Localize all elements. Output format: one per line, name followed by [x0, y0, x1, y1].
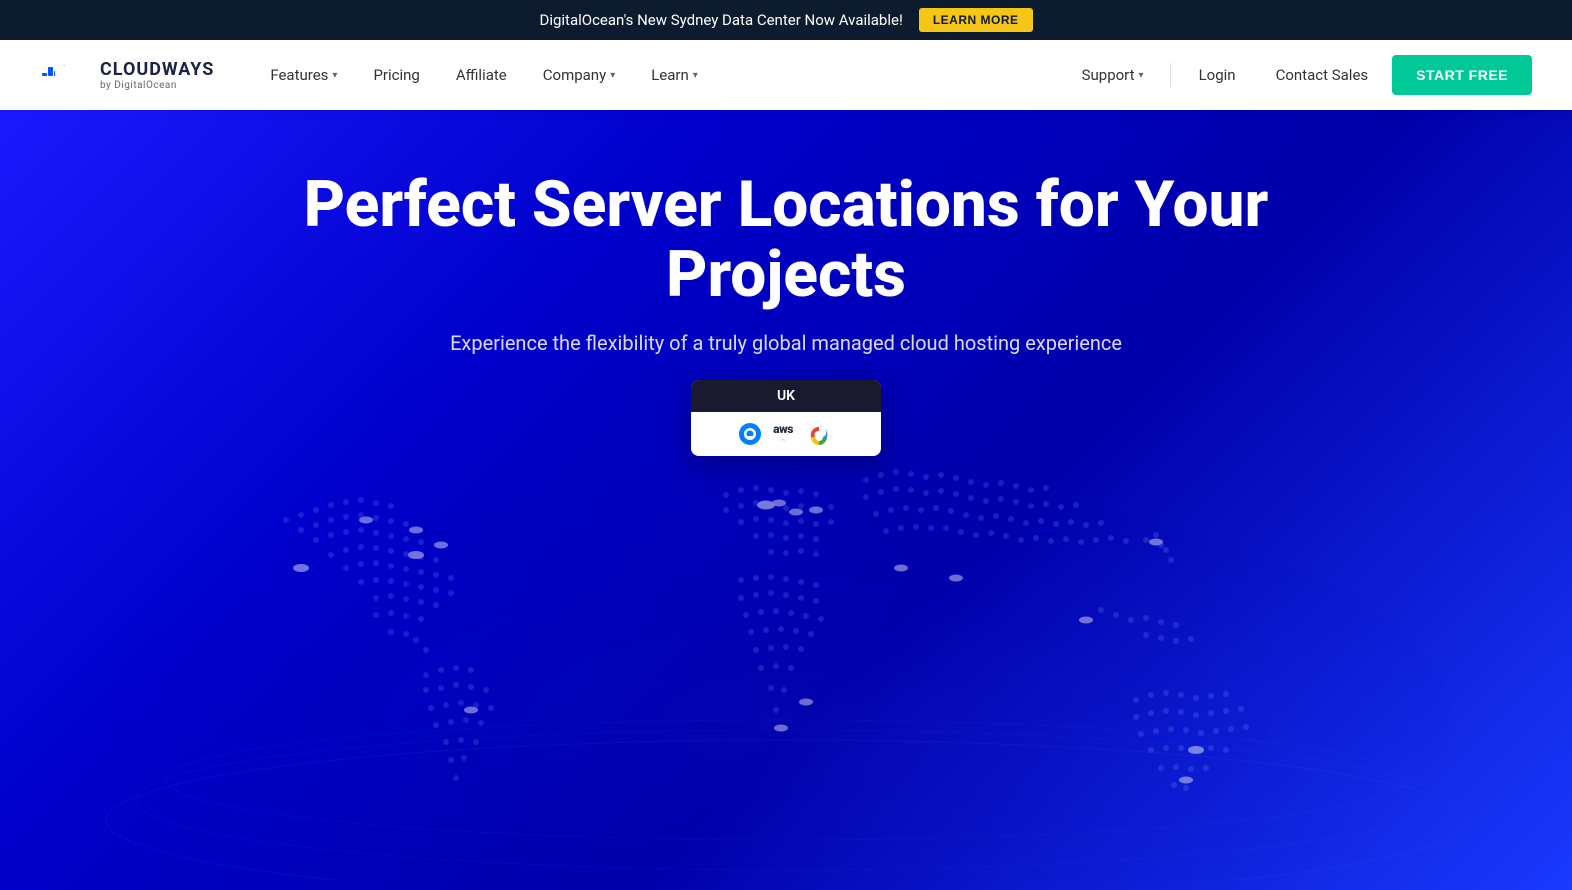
chevron-down-icon: ▾ — [693, 70, 698, 81]
announcement-banner: DigitalOcean's New Sydney Data Center No… — [0, 0, 1572, 40]
chevron-down-icon: ▾ — [1139, 70, 1144, 81]
logo-name: CLOUDWAYS — [100, 59, 214, 80]
nav-learn[interactable]: Learn ▾ — [635, 58, 714, 92]
nav-affiliate[interactable]: Affiliate — [440, 58, 523, 92]
hero-title: Perfect Server Locations for Your Projec… — [236, 170, 1336, 311]
uk-popup-header: UK — [691, 380, 881, 412]
hero-section: Perfect Server Locations for Your Projec… — [0, 110, 1572, 890]
banner-text: DigitalOcean's New Sydney Data Center No… — [539, 11, 902, 29]
logo-sub: by DigitalOcean — [100, 80, 214, 91]
nav-divider — [1170, 63, 1171, 87]
uk-popup-logos: aws ⌢ — [691, 412, 881, 456]
navbar: CLOUDWAYS by DigitalOcean Features ▾ Pri… — [0, 40, 1572, 110]
nav-pricing[interactable]: Pricing — [357, 58, 435, 92]
nav-right: Support ▾ Login Contact Sales START FREE — [1068, 55, 1532, 95]
nav-company[interactable]: Company ▾ — [527, 58, 631, 92]
digitalocean-logo — [739, 422, 761, 446]
nav-links: Features ▾ Pricing Affiliate Company ▾ L… — [254, 58, 1067, 92]
nav-features[interactable]: Features ▾ — [254, 58, 353, 92]
nav-support[interactable]: Support ▾ — [1068, 58, 1158, 92]
logo-text: CLOUDWAYS by DigitalOcean — [100, 59, 214, 91]
learn-more-button[interactable]: LEARN MORE — [919, 8, 1033, 32]
uk-location-popup: UK aws ⌢ — [691, 380, 881, 456]
nav-contact-sales[interactable]: Contact Sales — [1260, 58, 1385, 92]
google-cloud-logo — [805, 422, 833, 446]
hero-subtitle: Experience the flexibility of a truly gl… — [450, 331, 1122, 355]
logo[interactable]: CLOUDWAYS by DigitalOcean — [40, 57, 214, 93]
start-free-button[interactable]: START FREE — [1392, 55, 1532, 95]
chevron-down-icon: ▾ — [610, 70, 615, 81]
aws-logo: aws ⌢ — [773, 422, 793, 446]
chevron-down-icon: ▾ — [332, 70, 337, 81]
nav-login[interactable]: Login — [1183, 58, 1252, 92]
logo-icon — [40, 57, 90, 93]
